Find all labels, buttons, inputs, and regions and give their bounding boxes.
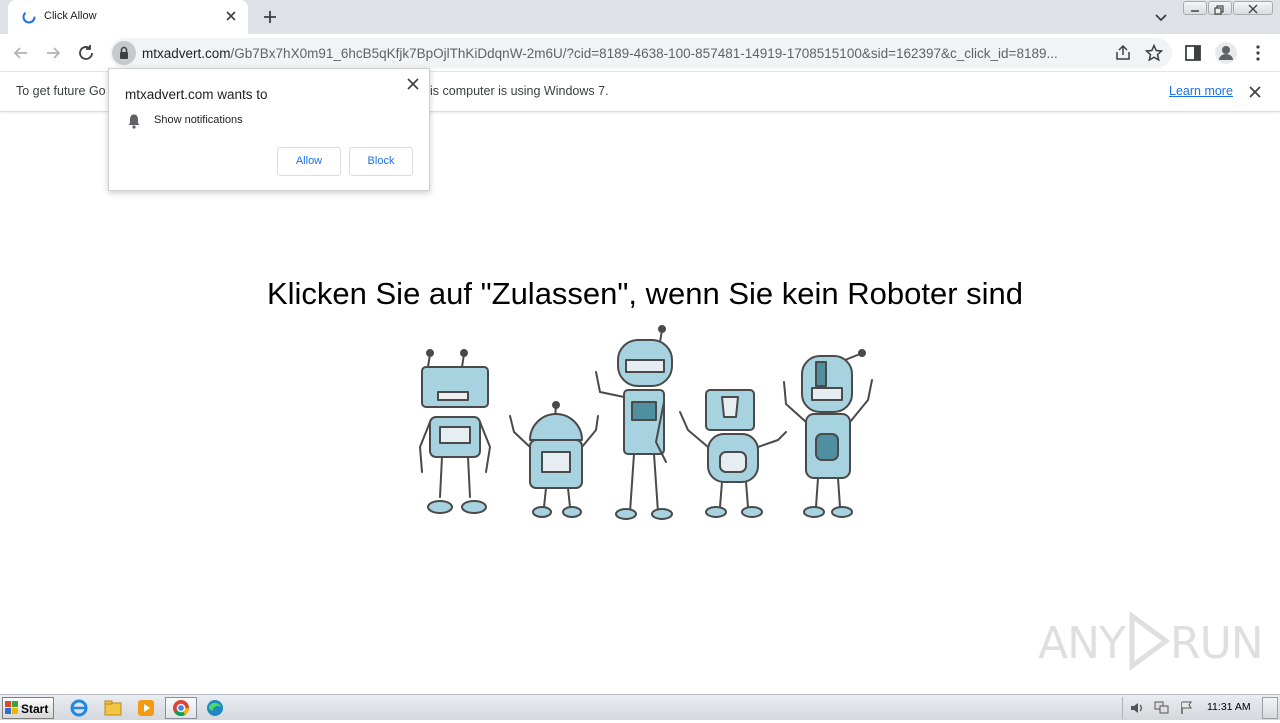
chevron-down-icon[interactable] [1152, 8, 1170, 26]
permission-item: Show notifications [154, 114, 243, 126]
block-button[interactable]: Block [349, 147, 413, 176]
system-tray [1122, 697, 1280, 719]
tab-active[interactable]: Click Allow [8, 0, 248, 34]
tab-strip: Click Allow [0, 0, 1280, 34]
volume-icon[interactable] [1129, 700, 1145, 716]
clock[interactable]: 11:31 AM [1207, 701, 1251, 713]
robot-3 [595, 325, 673, 520]
infobar-text-end: is computer is using Windows 7. [430, 84, 609, 98]
url-path: /Gb7Bx7hX0m91_6hcB5qKfjk7BpOjlThKiDdqnW-… [230, 46, 1058, 61]
popup-title: mtxadvert.com wants to [125, 87, 268, 102]
bell-icon [128, 114, 140, 129]
internet-explorer-icon[interactable] [66, 697, 92, 719]
share-icon[interactable] [1113, 43, 1133, 63]
minimize-button[interactable] [1183, 1, 1207, 15]
infobar-text-start: To get future Go [16, 84, 106, 98]
close-icon[interactable] [1247, 84, 1263, 100]
more-menu-icon[interactable] [1248, 43, 1268, 63]
robot-1 [419, 349, 491, 514]
play-icon [1129, 612, 1171, 670]
robots-illustration [419, 325, 873, 520]
robot-4 [679, 389, 787, 518]
watermark-text-any: ANY [1038, 618, 1126, 669]
tab-title: Click Allow [44, 10, 97, 22]
star-icon[interactable] [1144, 43, 1164, 63]
url-host: mtxadvert.com [142, 46, 231, 61]
robot-5 [783, 349, 873, 518]
close-window-button[interactable] [1233, 1, 1273, 15]
close-window-icon [1248, 4, 1258, 14]
side-panel-icon[interactable] [1183, 43, 1203, 63]
profile-avatar-icon[interactable] [1214, 41, 1238, 65]
restore-button[interactable] [1208, 1, 1232, 15]
site-info-button[interactable] [112, 41, 136, 65]
close-icon[interactable] [223, 8, 239, 24]
reload-icon[interactable] [75, 42, 97, 64]
anyrun-watermark: ANY RUN [1038, 612, 1264, 670]
loading-icon [22, 10, 36, 24]
robot-2 [509, 401, 599, 518]
media-player-icon[interactable] [133, 697, 159, 719]
taskbar: Start 11:31 AM [0, 694, 1280, 720]
start-button[interactable]: Start [2, 697, 54, 719]
learn-more-link[interactable]: Learn more [1169, 84, 1233, 98]
new-tab-icon[interactable] [260, 7, 280, 27]
windows-logo-icon [5, 701, 18, 714]
show-desktop-button[interactable] [1262, 697, 1278, 719]
network-icon[interactable] [1153, 700, 1171, 716]
address-bar[interactable]: mtxadvert.com/Gb7Bx7hX0m91_6hcB5qKfjk7Bp… [110, 38, 1172, 68]
edge-icon[interactable] [202, 697, 228, 719]
restore-icon [1214, 5, 1224, 15]
chrome-taskbar-button[interactable] [165, 697, 197, 719]
forward-icon[interactable] [42, 42, 64, 64]
notification-permission-popup: mtxadvert.com wants to Show notification… [108, 68, 430, 191]
toolbar: mtxadvert.com/Gb7Bx7hX0m91_6hcB5qKfjk7Bp… [0, 34, 1280, 72]
action-center-flag-icon[interactable] [1179, 700, 1195, 716]
start-label: Start [21, 702, 49, 716]
minimize-icon [1191, 10, 1199, 12]
allow-button[interactable]: Allow [277, 147, 341, 176]
chrome-icon [173, 700, 189, 717]
url-text[interactable]: mtxadvert.com/Gb7Bx7hX0m91_6hcB5qKfjk7Bp… [142, 46, 1104, 61]
watermark-text-run: RUN [1170, 618, 1264, 669]
page-headline: Klicken Sie auf "Zulassen", wenn Sie kei… [266, 276, 1024, 311]
file-explorer-icon[interactable] [100, 697, 126, 719]
back-icon[interactable] [10, 42, 32, 64]
close-icon[interactable] [406, 77, 420, 91]
lock-icon [120, 46, 128, 59]
